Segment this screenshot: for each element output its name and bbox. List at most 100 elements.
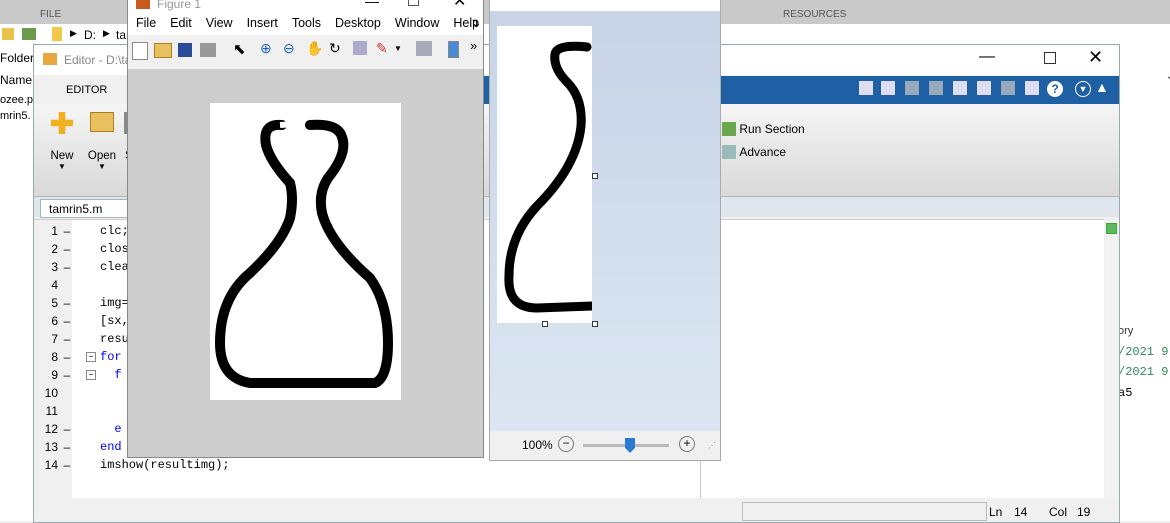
print-icon[interactable] <box>200 43 216 57</box>
code-line[interactable]: 6– [sx, <box>40 312 129 330</box>
new-button[interactable]: New ▼ <box>42 112 82 171</box>
breakpoint-marker[interactable]: – <box>60 456 74 474</box>
code-line[interactable]: 4 <box>40 276 74 294</box>
menu-item-file[interactable]: File <box>136 16 156 30</box>
code-scrollbar[interactable] <box>1105 220 1117 498</box>
zoom-slider[interactable] <box>583 438 669 453</box>
open-button[interactable]: Open ▼ <box>80 112 124 171</box>
code-line[interactable]: 7– resu <box>40 330 129 348</box>
breakpoint-marker[interactable]: – <box>60 438 74 456</box>
code-text[interactable]: for <box>100 348 129 366</box>
code-line[interactable]: 11 <box>40 402 74 420</box>
history-item[interactable]: /2021 9 <box>1118 345 1168 359</box>
data-cursor-icon[interactable] <box>353 41 367 55</box>
breakpoint-marker[interactable]: – <box>60 222 74 240</box>
menu-item-desktop[interactable]: Desktop <box>335 16 381 30</box>
close-icon[interactable]: ✕ <box>453 0 466 11</box>
menu-item-window[interactable]: Window <box>395 16 439 30</box>
code-line[interactable]: 12– e <box>40 420 122 438</box>
save-figure-icon[interactable] <box>178 43 192 57</box>
code-line[interactable]: 14– imshow(resultimg); <box>40 456 230 474</box>
run-section-button[interactable]: Run Section <box>722 121 805 136</box>
tab-file[interactable]: tamrin5.m <box>40 199 130 218</box>
code-text[interactable]: imshow(resultimg); <box>100 456 230 474</box>
new-figure-icon[interactable] <box>132 42 148 60</box>
collapse-ribbon-icon[interactable]: ▲ <box>1095 79 1109 95</box>
code-line[interactable]: 5– img= <box>40 294 129 312</box>
link-plot-icon[interactable] <box>416 41 432 56</box>
history-item[interactable]: /2021 9 <box>1118 365 1168 379</box>
save-icon[interactable] <box>881 81 895 95</box>
code-line[interactable]: 9– f <box>40 366 121 384</box>
path-drive[interactable]: D: <box>84 28 96 42</box>
code-line[interactable]: 13– end <box>40 438 122 456</box>
tab-editor[interactable]: EDITOR <box>34 76 129 104</box>
breakpoint-marker[interactable]: – <box>60 330 74 348</box>
code-text[interactable]: img= <box>100 294 129 312</box>
menu-item-insert[interactable]: Insert <box>247 16 278 30</box>
breakpoint-marker[interactable]: – <box>60 294 74 312</box>
redo-icon[interactable] <box>1001 81 1015 95</box>
breakpoint-marker[interactable]: – <box>60 420 74 438</box>
breakpoint-marker[interactable]: – <box>60 366 74 384</box>
resize-handle[interactable] <box>592 321 598 327</box>
paste-icon[interactable] <box>953 81 967 95</box>
file-list-item[interactable]: mrin5. <box>0 110 31 122</box>
advance-button[interactable]: Advance <box>722 144 786 159</box>
colorbar-icon[interactable] <box>448 41 459 58</box>
find-files-icon[interactable] <box>859 81 873 95</box>
pan-icon[interactable]: ✋ <box>306 40 323 57</box>
code-text[interactable]: clea <box>100 258 129 276</box>
pointer-icon[interactable]: ⬉ <box>233 40 246 58</box>
code-analyzer-icon[interactable] <box>1106 223 1117 234</box>
zoom-in-icon[interactable]: ⊕ <box>260 40 272 57</box>
folder-up-icon[interactable] <box>2 28 14 40</box>
code-text[interactable]: end <box>100 438 122 456</box>
toolbar-overflow-icon[interactable]: » <box>470 38 477 53</box>
breakpoint-marker[interactable]: – <box>60 258 74 276</box>
maximize-icon[interactable] <box>1044 52 1056 64</box>
close-icon[interactable]: ✕ <box>1088 47 1103 68</box>
code-text[interactable]: [sx, <box>100 312 129 330</box>
minimize-icon[interactable]: — <box>979 48 995 66</box>
code-text[interactable]: e <box>100 420 121 438</box>
figure2-canvas[interactable] <box>490 11 720 431</box>
menu-overflow-icon[interactable]: ↴ <box>470 16 480 30</box>
zoom-in-icon[interactable]: + <box>679 436 695 452</box>
resize-handle[interactable] <box>592 173 598 179</box>
zoom-out-icon[interactable]: − <box>558 436 574 452</box>
open-file-icon[interactable] <box>154 43 172 58</box>
chevron-down-icon[interactable]: ▼ <box>394 44 402 53</box>
code-fold-toggle[interactable]: − <box>86 352 96 362</box>
resize-grip-icon[interactable]: ⋰ <box>708 441 716 450</box>
file-list-item[interactable]: ozee.pr <box>0 94 37 106</box>
zoom-slider-thumb[interactable] <box>625 438 635 453</box>
rotate-3d-icon[interactable]: ↻ <box>329 40 341 57</box>
code-line[interactable]: 10 <box>40 384 74 402</box>
code-line[interactable]: 2– clos <box>40 240 129 258</box>
name-column-header[interactable]: Name <box>0 73 32 87</box>
resize-handle[interactable] <box>542 321 548 327</box>
browse-icon[interactable] <box>22 28 36 40</box>
code-text[interactable]: resu <box>100 330 129 348</box>
menu-item-edit[interactable]: Edit <box>170 16 192 30</box>
path-segment[interactable]: ta <box>116 28 126 42</box>
code-text[interactable]: clc; <box>100 222 129 240</box>
undo-icon[interactable] <box>977 81 991 95</box>
copy-icon[interactable] <box>929 81 943 95</box>
history-item[interactable]: a5 <box>1118 386 1132 400</box>
code-text[interactable]: f <box>100 366 121 384</box>
minimize-icon[interactable]: — <box>365 0 379 9</box>
zoom-out-icon[interactable]: ⊖ <box>283 40 295 57</box>
history-chevron-icon[interactable]: ⌄ <box>1166 71 1170 82</box>
switch-windows-icon[interactable] <box>1025 81 1039 95</box>
help-icon[interactable]: ? <box>1047 81 1063 97</box>
code-line[interactable]: 1– clc; <box>40 222 129 240</box>
code-fold-toggle[interactable]: − <box>86 370 96 380</box>
code-line[interactable]: 3– clea <box>40 258 129 276</box>
menu-item-view[interactable]: View <box>206 16 233 30</box>
cut-icon[interactable] <box>905 81 919 95</box>
breakpoint-marker[interactable]: – <box>60 348 74 366</box>
breakpoint-marker[interactable]: – <box>60 312 74 330</box>
menu-item-tools[interactable]: Tools <box>292 16 321 30</box>
